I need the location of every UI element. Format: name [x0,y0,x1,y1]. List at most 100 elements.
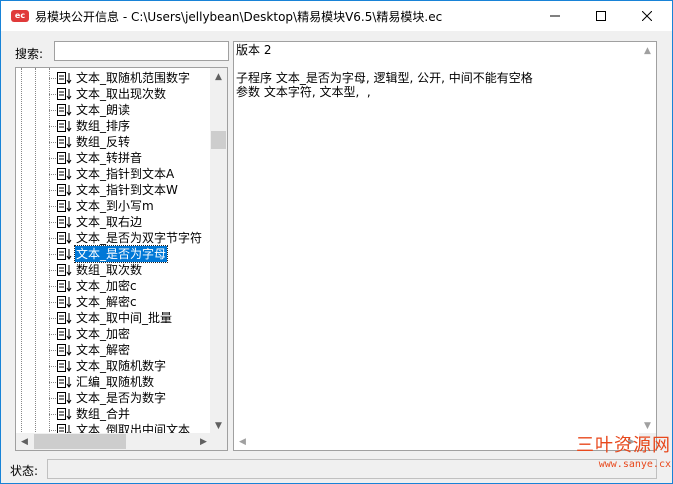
source-line: 子程序 文本_是否为字母, 逻辑型, 公开, 中间不能有空格 [236,71,533,85]
function-doc-icon [57,120,72,132]
maximize-button[interactable] [578,1,624,31]
function-doc-icon [57,408,72,420]
source-view[interactable]: 版本 2 子程序 文本_是否为字母, 逻辑型, 公开, 中间不能有空格 参数 文本字… [233,41,657,451]
tree-vertical-scrollbar[interactable]: ▲ ▼ [210,68,227,434]
search-input[interactable] [54,41,229,61]
tree-branch-line [49,158,56,159]
function-doc-icon [57,296,72,308]
function-doc-icon [57,392,72,404]
tree-item[interactable]: 文本_是否为字母 [16,245,211,263]
tree-item[interactable]: 文本_取随机范围数字 [16,70,211,86]
search-label: 搜索: [15,47,44,61]
function-doc-icon [57,280,72,292]
source-text[interactable]: 版本 2 子程序 文本_是否为字母, 逻辑型, 公开, 中间不能有空格 参数 文本字… [236,43,533,99]
function-doc-icon [57,264,72,276]
function-doc-icon [57,360,72,372]
watermark-title: 三叶资源网 [576,435,671,456]
tree-item-label: 数组_合并 [76,407,131,421]
function-tree[interactable]: 文本_取随机范围数字 文本_取出现次数 文本_朗读 数组_排序 数组_反转 文本_转拼音文… [15,67,228,451]
tree-branch-line [49,270,56,271]
source-line [236,57,533,71]
tree-item-label: 文本_是否为字母 [73,245,169,263]
tree-item-label: 文本_朗读 [76,103,131,117]
tree-horizontal-scrollbar[interactable]: ◀ ▶ [16,433,212,450]
tree-item-label: 文本_取出现次数 [76,87,167,101]
close-icon [642,11,652,21]
tree-item-label: 文本_加密c [76,279,137,293]
tree-item[interactable]: 文本_指针到文本W [16,182,211,198]
tree-item[interactable]: 文本_指针到文本A [16,166,211,182]
function-doc-icon [57,216,72,228]
tree-branch-line [49,430,56,431]
tree-item[interactable]: 文本_取随机数字 [16,358,211,374]
function-doc-icon [57,72,72,84]
tree-item[interactable]: 文本_到小写m [16,198,211,214]
tree-item-label: 文本_解密 [76,343,131,357]
minimize-icon [550,15,560,17]
app-icon: ec [11,10,29,22]
tree-list: 文本_取随机范围数字 文本_取出现次数 文本_朗读 数组_排序 数组_反转 文本_转拼音文… [16,68,211,434]
tree-item-label: 文本_指针到文本A [76,167,175,181]
tree-branch-line [49,318,56,319]
scroll-up-icon[interactable]: ▲ [639,42,656,59]
tree-hscroll-thumb[interactable] [34,434,126,449]
function-doc-icon [57,88,72,100]
tree-item[interactable]: 数组_排序 [16,118,211,134]
tree-item[interactable]: 数组_反转 [16,134,211,150]
function-doc-icon [57,248,72,260]
tree-branch-line [49,334,56,335]
scroll-left-icon[interactable]: ◀ [16,433,33,450]
source-vertical-scrollbar[interactable]: ▲ ▼ [639,42,656,434]
tree-item-label: 文本_解密c [76,295,137,309]
title-bar[interactable]: ec 易模块公开信息 - C:\Users\jellybean\Desktop\… [1,1,672,31]
tree-item-label: 文本_到小写m [76,199,154,213]
tree-item-label: 文本_取随机范围数字 [76,71,191,85]
function-doc-icon [57,328,72,340]
scroll-down-icon[interactable]: ▼ [210,417,227,434]
tree-branch-line [49,350,56,351]
tree-item[interactable]: 文本_是否为双字节字符 [16,230,211,246]
tree-item[interactable]: 数组_取次数 [16,262,211,278]
tree-item-label: 文本_转拼音 [76,151,143,165]
tree-item-label: 文本_是否为双字节字符 [76,231,203,245]
tree-branch-line [49,142,56,143]
tree-branch-line [49,110,56,111]
tree-branch-line [49,78,56,79]
tree-item[interactable]: 文本_转拼音 [16,150,211,166]
main-window: ec 易模块公开信息 - C:\Users\jellybean\Desktop\… [0,0,673,484]
tree-branch-line [49,398,56,399]
scroll-up-icon[interactable]: ▲ [210,68,227,85]
watermark: 三叶资源网 www.sanye.cx [561,431,671,470]
tree-item-label: 文本_指针到文本W [76,183,178,197]
tree-item[interactable]: 文本_加密c [16,278,211,294]
tree-item[interactable]: 文本_解密c [16,294,211,310]
minimize-button[interactable] [532,1,578,31]
tree-branch-line [49,222,56,223]
close-button[interactable] [624,1,670,31]
status-label: 状态: [10,464,39,478]
tree-item[interactable]: 文本_加密 [16,326,211,342]
tree-item-label: 数组_取次数 [76,263,143,277]
tree-item[interactable]: 文本_解密 [16,342,211,358]
tree-item[interactable]: 文本_取出现次数 [16,86,211,102]
tree-item[interactable]: 文本_是否为数字 [16,390,211,406]
tree-item-label: 汇编_取随机数 [76,375,155,389]
tree-item[interactable]: 数组_合并 [16,406,211,422]
tree-item[interactable]: 文本_取右边 [16,214,211,230]
function-doc-icon [57,104,72,116]
tree-branch-line [49,286,56,287]
window-title: 易模块公开信息 - C:\Users\jellybean\Desktop\精易模… [35,10,443,24]
tree-branch-line [49,302,56,303]
tree-branch-line [49,366,56,367]
tree-branch-line [49,382,56,383]
function-doc-icon [57,168,72,180]
tree-item-label: 文本_取中间_批量 [76,311,173,325]
tree-item[interactable]: 汇编_取随机数 [16,374,211,390]
tree-scroll-thumb[interactable] [211,131,226,149]
tree-item[interactable]: 文本_朗读 [16,102,211,118]
function-doc-icon [57,184,72,196]
tree-item[interactable]: 文本_取中间_批量 [16,310,211,326]
scroll-left-icon[interactable]: ◀ [234,433,251,450]
tree-branch-line [49,414,56,415]
scroll-corner [210,433,227,450]
